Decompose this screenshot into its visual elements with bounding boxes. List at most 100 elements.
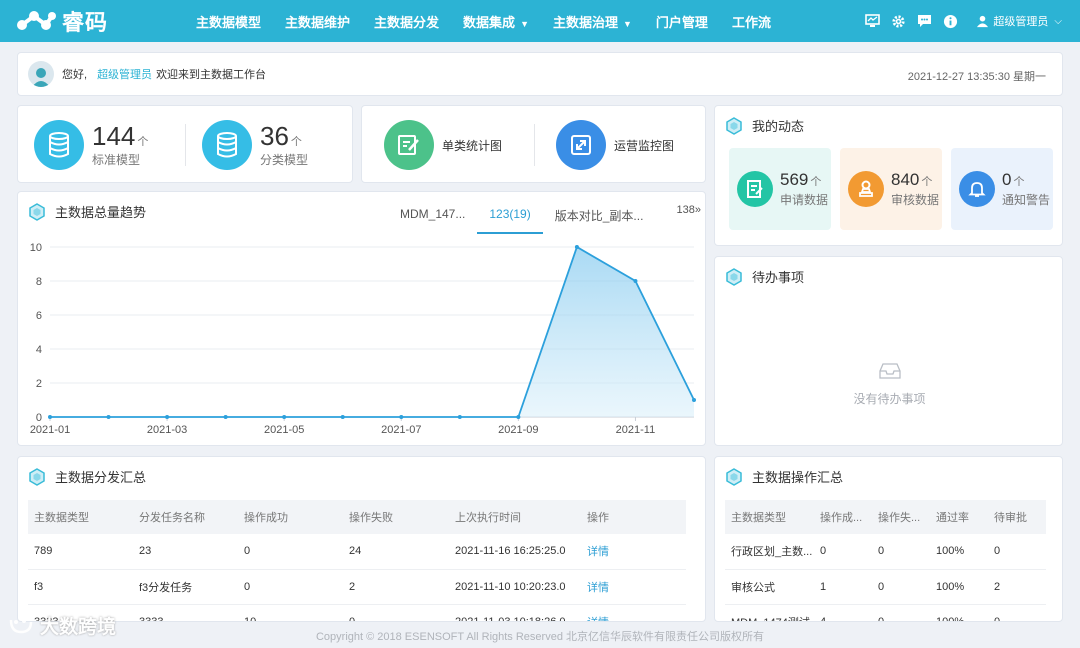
activity-apply-data[interactable]: 569 个 申请数据 <box>729 148 831 230</box>
column-header[interactable]: 上次执行时间 <box>449 500 581 534</box>
shortcut-label: 运营监控图 <box>614 138 675 153</box>
monitor-icon[interactable] <box>864 13 880 29</box>
tab-123[interactable]: 123(19) <box>477 207 543 234</box>
activity-unit: 个 <box>921 175 933 188</box>
database-icon <box>34 120 84 170</box>
column-header[interactable]: 分发任务名称 <box>133 500 238 534</box>
nav-item-maintain[interactable]: 主数据维护 <box>285 12 350 31</box>
tab-scroll-more[interactable]: 138» <box>677 204 701 216</box>
activity-unit: 个 <box>1013 175 1025 188</box>
activity-value: 840 <box>891 169 920 189</box>
activity-label: 通知警告 <box>1002 192 1051 207</box>
data-point <box>516 415 521 419</box>
shortcut-operation-monitor[interactable]: 运营监控图 <box>556 120 674 170</box>
gear-icon[interactable] <box>890 13 906 29</box>
current-datetime: 2021-12-27 13:35:30 星期一 <box>907 71 1046 83</box>
panel-title: 主数据操作汇总 <box>725 467 843 486</box>
nav-item-integration[interactable]: 数据集成 ▼ <box>463 12 529 31</box>
watermark-logo-icon <box>9 618 33 633</box>
column-header[interactable]: 主数据类型 <box>725 500 814 534</box>
stat-standard-model[interactable]: 144 个 标准模型 <box>34 120 148 170</box>
table-row: 3333 3333 10 0 2021-11-03 10:18:26.0 详情 <box>28 604 686 622</box>
nav-item-governance[interactable]: 主数据治理 ▼ <box>553 12 632 31</box>
expand-icon <box>556 120 606 170</box>
note-icon <box>737 171 773 207</box>
table-cell: 4 <box>814 604 872 621</box>
nav-item-distribute[interactable]: 主数据分发 <box>374 12 439 31</box>
stat-label: 分类模型 <box>260 152 309 167</box>
nav-label: 工作流 <box>731 14 771 30</box>
column-header[interactable]: 操作失败 <box>343 500 449 534</box>
chevron-down-icon: ▼ <box>623 18 632 29</box>
table-cell: 审核公式 <box>725 569 814 605</box>
nav-item-model[interactable]: 主数据模型 <box>196 12 261 31</box>
panel-title: 待办事项 <box>725 267 804 286</box>
shortcuts-panel: 单类统计图 运营监控图 <box>361 105 706 183</box>
y-tick-label: 2 <box>36 378 42 390</box>
nav-label: 主数据分发 <box>374 14 440 30</box>
stat-category-model[interactable]: 36 个 分类模型 <box>202 120 308 170</box>
todo-panel: 待办事项 没有待办事项 <box>714 256 1063 446</box>
hexagon-icon <box>726 116 742 135</box>
activity-label: 审核数据 <box>891 192 940 207</box>
column-header[interactable]: 待审批 <box>988 500 1046 534</box>
details-link[interactable]: 详情 <box>587 546 609 558</box>
y-tick-label: 4 <box>36 344 42 356</box>
watermark-text: 大数跨境 <box>40 617 117 638</box>
x-tick-label: 2021-11 <box>616 424 656 436</box>
table-cell: 2021-11-03 10:18:26.0 <box>449 604 581 621</box>
details-link[interactable]: 详情 <box>587 617 609 622</box>
stat-unit: 个 <box>290 135 302 148</box>
table-cell: 0 <box>872 534 930 570</box>
welcome-user-link[interactable]: 超级管理员 <box>97 66 152 82</box>
table-cell: 0 <box>814 534 872 570</box>
x-tick-label: 2021-05 <box>264 424 304 436</box>
data-point <box>282 415 287 419</box>
tab-version-compare[interactable]: 版本对比_副本... <box>543 207 656 234</box>
user-menu[interactable]: 超级管理员 ⌵ <box>976 13 1062 29</box>
series-line <box>50 245 695 418</box>
nav-item-portal[interactable]: 门户管理 <box>656 12 708 31</box>
column-header[interactable]: 操作成... <box>814 500 872 534</box>
column-header[interactable]: 操作成功 <box>238 500 343 534</box>
x-tick-label: 2021-09 <box>498 424 538 436</box>
column-header[interactable]: 主数据类型 <box>28 500 133 534</box>
info-icon[interactable] <box>942 13 958 29</box>
empty-state: 没有待办事项 <box>715 363 1064 407</box>
table-cell: 0 <box>872 604 930 621</box>
nav-right-tools: 超级管理员 ⌵ <box>864 0 1062 42</box>
hexagon-icon <box>726 467 742 486</box>
user-name: 超级管理员 <box>993 16 1049 28</box>
column-header[interactable]: 操作失... <box>872 500 930 534</box>
nav-label: 主数据治理 <box>552 14 618 30</box>
my-activity-panel: 我的动态 569 个 申请数据 840 个 审核数据 0个 通知警告 <box>714 105 1063 246</box>
activity-value: 0 <box>1002 169 1012 189</box>
bell-icon <box>959 171 995 207</box>
shortcut-single-stat-chart[interactable]: 单类统计图 <box>384 120 502 170</box>
nav-item-workflow[interactable]: 工作流 <box>732 12 771 31</box>
operations-table: 主数据类型 操作成... 操作失... 通过率 待审批 行政区划_主数... 0… <box>725 500 1046 621</box>
column-header[interactable]: 操作 <box>581 500 686 534</box>
table-cell: 0 <box>343 604 449 621</box>
panel-title: 主数据分发汇总 <box>28 467 146 486</box>
chat-icon[interactable] <box>916 13 932 29</box>
table-cell: 2021-11-16 16:25:25.0 <box>449 534 581 570</box>
data-point <box>399 415 404 419</box>
table-header-row: 主数据类型 分发任务名称 操作成功 操作失败 上次执行时间 操作 <box>28 500 686 534</box>
x-tick-label: 2021-07 <box>381 424 421 436</box>
chevron-down-icon: ▼ <box>520 18 529 29</box>
welcome-message: 欢迎来到主数据工作台 <box>156 69 267 81</box>
column-header[interactable]: 通过率 <box>930 500 988 534</box>
data-point <box>106 415 111 419</box>
table-cell: 23 <box>133 534 238 570</box>
trend-chart-panel: 主数据总量趋势 MDM_147... 123(19) 版本对比_副本... 13… <box>17 191 706 446</box>
details-link[interactable]: 详情 <box>587 582 609 594</box>
brand-logo[interactable]: 睿码 <box>16 5 196 37</box>
activity-review-data[interactable]: 840 个 审核数据 <box>840 148 942 230</box>
nav-label: 门户管理 <box>655 14 708 30</box>
y-tick-label: 10 <box>30 242 42 254</box>
table-cell: 10 <box>238 604 343 621</box>
tab-mdm147[interactable]: MDM_147... <box>388 207 477 234</box>
activity-notice-warning[interactable]: 0个 通知警告 <box>951 148 1053 230</box>
y-tick-label: 8 <box>36 276 42 288</box>
